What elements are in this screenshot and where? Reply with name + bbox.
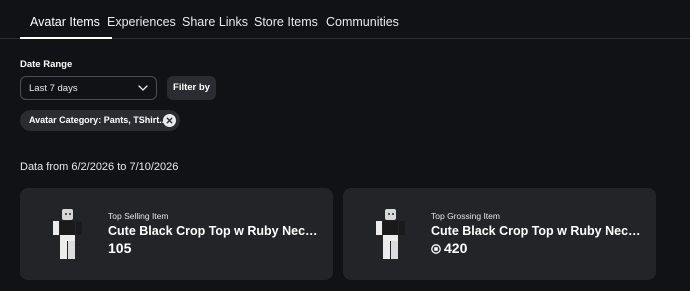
close-icon[interactable] <box>163 114 176 127</box>
card-value-row: 420 <box>431 240 467 256</box>
tab-communities[interactable]: Communities <box>326 0 399 38</box>
card-item-title[interactable]: Cute Black Crop Top w Ruby Necklace <box>431 224 645 238</box>
filter-chip-label: Avatar Category: Pants, TShirt... <box>29 115 167 125</box>
card-value: 420 <box>444 240 468 256</box>
analytics-page: Avatar Items Experiences Share Links Sto… <box>0 0 690 291</box>
date-range-label: Date Range <box>20 59 73 70</box>
tab-experiences[interactable]: Experiences <box>107 0 176 38</box>
date-range-value: Last 7 days <box>29 83 78 94</box>
tab-share-links[interactable]: Share Links <box>182 0 248 38</box>
data-range-text: Data from 6/2/2026 to 7/10/2026 <box>20 161 179 173</box>
card-value: 105 <box>108 240 132 256</box>
robux-icon <box>431 244 441 254</box>
avatar-thumbnail-icon <box>53 209 82 259</box>
chevron-down-icon <box>138 85 148 91</box>
card-kicker: Top Grossing Item <box>431 211 500 221</box>
card-kicker: Top Selling Item <box>108 211 169 221</box>
card-item-title[interactable]: Cute Black Crop Top w Ruby Necklace <box>108 224 322 238</box>
date-range-select[interactable]: Last 7 days <box>20 76 157 100</box>
tab-bar: Avatar Items Experiences Share Links Sto… <box>0 0 690 39</box>
filter-by-button[interactable]: Filter by <box>167 76 216 100</box>
tab-avatar-items[interactable]: Avatar Items <box>20 0 112 39</box>
tab-store-items[interactable]: Store Items <box>254 0 318 38</box>
top-selling-card[interactable]: Top Selling Item Cute Black Crop Top w R… <box>20 188 333 280</box>
filter-chip-avatar-category: Avatar Category: Pants, TShirt... <box>20 110 180 131</box>
top-grossing-card[interactable]: Top Grossing Item Cute Black Crop Top w … <box>343 188 656 280</box>
avatar-thumbnail-icon <box>376 209 405 259</box>
